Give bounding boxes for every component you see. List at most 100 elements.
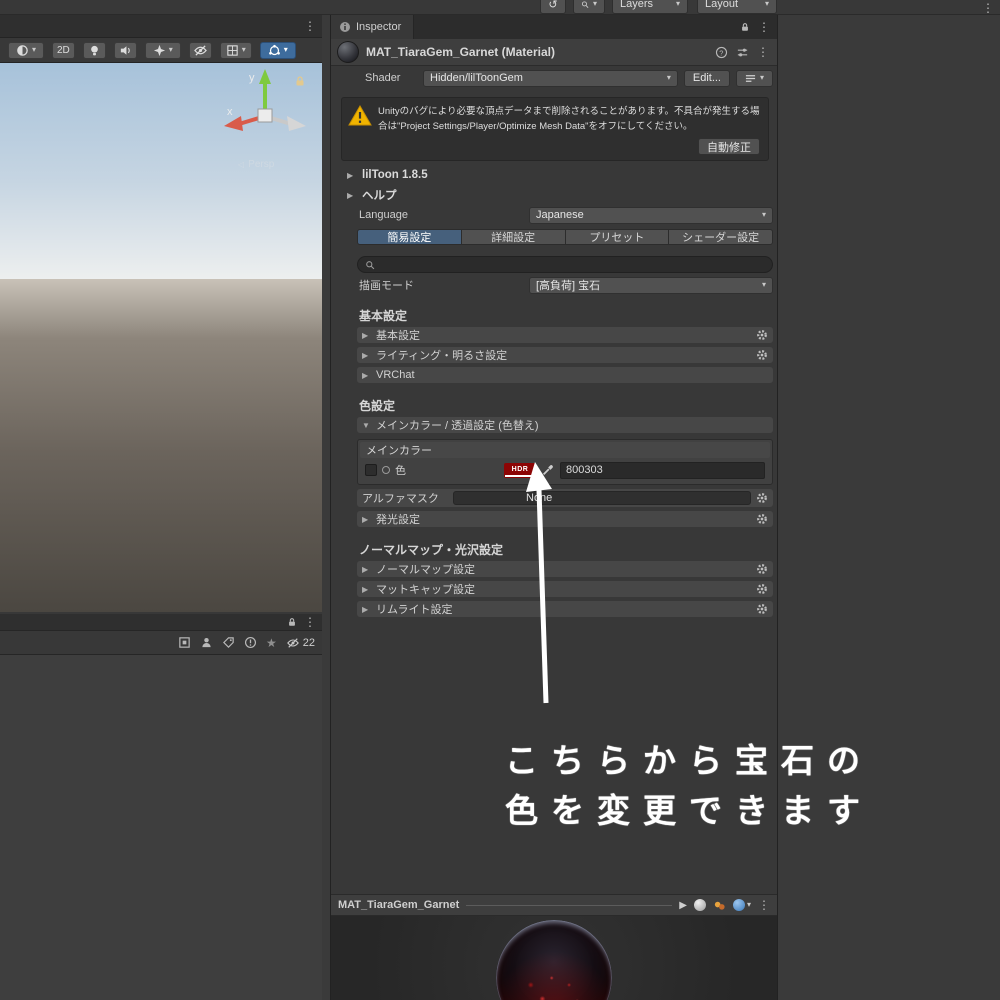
render-mode-dropdown[interactable]: [高負荷] 宝石 ▾ (529, 276, 773, 294)
section-basic-title: 基本設定 (359, 309, 408, 324)
matcap-label: マットキャップ設定 (376, 584, 475, 597)
scene-lighting-button[interactable] (82, 41, 106, 59)
lock-icon[interactable] (294, 75, 306, 87)
gear-icon[interactable] (756, 349, 768, 361)
foldout-basic-settings[interactable]: ▶ 基本設定 (357, 327, 773, 344)
color-checkbox[interactable] (365, 464, 377, 477)
tab-simple-settings[interactable]: 簡易設定 (358, 230, 461, 245)
refresh-icon: ↺ (548, 0, 558, 11)
gear-icon[interactable] (756, 492, 768, 504)
shaded-sphere-icon (17, 44, 28, 56)
tab-inspector[interactable]: Inspector (331, 15, 415, 39)
scene-effects-dropdown[interactable]: ▾ (144, 41, 181, 59)
color-hex-field[interactable]: 800303 (560, 461, 765, 479)
hdr-color-swatch[interactable]: HDR (504, 462, 536, 478)
foldout-main-color[interactable]: ▼ メインカラー / 透過設定 (色替え) (357, 417, 773, 434)
lock-icon[interactable] (287, 617, 297, 627)
frame-icon[interactable] (178, 636, 191, 649)
play-icon[interactable]: ▶ (679, 900, 687, 911)
gear-icon[interactable] (756, 329, 768, 341)
main-color-foldout-label: メインカラー / 透過設定 (色替え) (376, 420, 539, 433)
foldout-vrchat[interactable]: ▶ VRChat (357, 367, 773, 384)
tab-shader-settings[interactable]: シェーダー設定 (669, 230, 772, 245)
inspector-tab-label: Inspector (356, 21, 402, 33)
autofix-button[interactable]: 自動修正 (698, 138, 760, 156)
bottom-left-tab-bar: ⋮ (0, 614, 322, 631)
foldout-arrow-icon: ▶ (362, 584, 369, 594)
material-sphere-icon (337, 41, 359, 63)
toolbar-more-icon[interactable]: ⋮ (982, 1, 994, 14)
foldout-arrow-icon: ▶ (362, 604, 369, 614)
preview-texture-icon[interactable] (713, 899, 726, 912)
preview-sphere-icon[interactable] (693, 899, 706, 911)
shader-dropdown[interactable]: Hidden/lilToonGem ▾ (423, 69, 678, 87)
preview-drag-handle[interactable] (466, 904, 673, 906)
annotation-caption: こちらから宝石の 色を変更できます (505, 736, 873, 836)
info-icon (340, 22, 350, 32)
perspective-toggle[interactable]: ◁ Persp (238, 159, 274, 170)
presets-icon[interactable] (736, 46, 749, 59)
alpha-mask-label: アルファマスク (362, 493, 439, 506)
eyedropper-icon[interactable] (541, 463, 555, 477)
dropdown-caret-icon: ▾ (666, 73, 671, 82)
alpha-mask-value: None (526, 492, 553, 505)
foldout-liltoon-version[interactable]: ▶ lilToon 1.8.5 (331, 165, 777, 185)
star-icon[interactable]: ★ (266, 636, 277, 650)
gear-icon[interactable] (756, 603, 768, 615)
gizmos-dropdown[interactable]: ▾ (259, 41, 296, 59)
hidden-count: 22 (302, 636, 315, 649)
language-dropdown[interactable]: Japanese ▾ (529, 206, 773, 224)
gear-icon[interactable] (756, 513, 768, 525)
foldout-normal-map[interactable]: ▶ ノーマルマップ設定 (357, 561, 773, 578)
tag-icon[interactable] (222, 636, 235, 649)
language-row: Language Japanese ▾ (359, 205, 773, 225)
refresh-button[interactable]: ↺ (540, 0, 566, 14)
panel-more-icon[interactable]: ⋮ (304, 615, 316, 629)
warning-icon[interactable] (244, 636, 257, 649)
gear-icon[interactable] (756, 583, 768, 595)
help-icon[interactable]: ? (715, 46, 728, 59)
emission-label: 発光設定 (376, 514, 420, 527)
scene-more-icon[interactable]: ⋮ (304, 19, 316, 33)
preview-light-dropdown[interactable]: ▾ (732, 899, 751, 911)
inspector-more-icon[interactable]: ⋮ (758, 20, 770, 34)
layout-dropdown[interactable]: Layout ▾ (697, 0, 777, 14)
lock-icon[interactable] (740, 22, 750, 32)
search-button[interactable]: ▾ (573, 0, 605, 14)
alpha-mask-select[interactable]: None (453, 491, 751, 506)
foldout-arrow-icon: ▶ (362, 350, 369, 360)
shader-list-button[interactable]: ▾ (735, 69, 773, 87)
shading-mode-dropdown[interactable]: ▾ (8, 41, 44, 59)
sparkle-icon (153, 44, 165, 56)
scene-tab-bar: ⋮ (0, 15, 322, 38)
layers-dropdown[interactable]: Layers ▾ (612, 0, 688, 14)
hidden-objects-button[interactable] (188, 41, 212, 59)
search-input[interactable] (380, 258, 765, 271)
gear-icon[interactable] (756, 563, 768, 575)
warning-helpbox: Unityのバグにより必要な頂点データまで削除されることがあります。不具合が発生… (341, 97, 769, 162)
bottom-left-toolbar: ★ 22 (0, 631, 322, 655)
foldout-rimlight[interactable]: ▶ リムライト設定 (357, 601, 773, 618)
preview-title: MAT_TiaraGem_Garnet (338, 899, 460, 911)
dropdown-caret-icon: ▾ (761, 280, 766, 290)
scene-viewport[interactable]: y x ◁ Persp (0, 63, 322, 612)
scene-audio-button[interactable] (113, 41, 137, 59)
material-preview-area[interactable] (331, 916, 777, 1000)
preview-more-icon[interactable]: ⋮ (758, 898, 770, 912)
hidden-count-badge[interactable]: 22 (286, 637, 315, 649)
property-search[interactable] (357, 256, 773, 274)
shader-edit-button[interactable]: Edit... (683, 69, 730, 87)
tab-advanced-settings[interactable]: 詳細設定 (461, 230, 565, 245)
person-icon[interactable] (200, 636, 213, 649)
foldout-lighting-settings[interactable]: ▶ ライティング・明るさ設定 (357, 347, 773, 364)
foldout-matcap[interactable]: ▶ マットキャップ設定 (357, 581, 773, 598)
scene-camera-dropdown[interactable]: ▾ (219, 41, 252, 59)
tab-presets[interactable]: プリセット (565, 230, 669, 245)
foldout-help[interactable]: ▶ ヘルプ (331, 185, 777, 205)
material-more-icon[interactable]: ⋮ (757, 45, 769, 59)
2d-toggle-button[interactable]: 2D (52, 41, 75, 59)
main-toolbar: ↺ ▾ Layers ▾ Layout ▾ ⋮ (0, 0, 1000, 15)
layers-label: Layers (620, 0, 654, 10)
material-preview-header[interactable]: MAT_TiaraGem_Garnet ▶ ▾ ⋮ (331, 894, 777, 916)
foldout-emission[interactable]: ▶ 発光設定 (357, 511, 773, 528)
